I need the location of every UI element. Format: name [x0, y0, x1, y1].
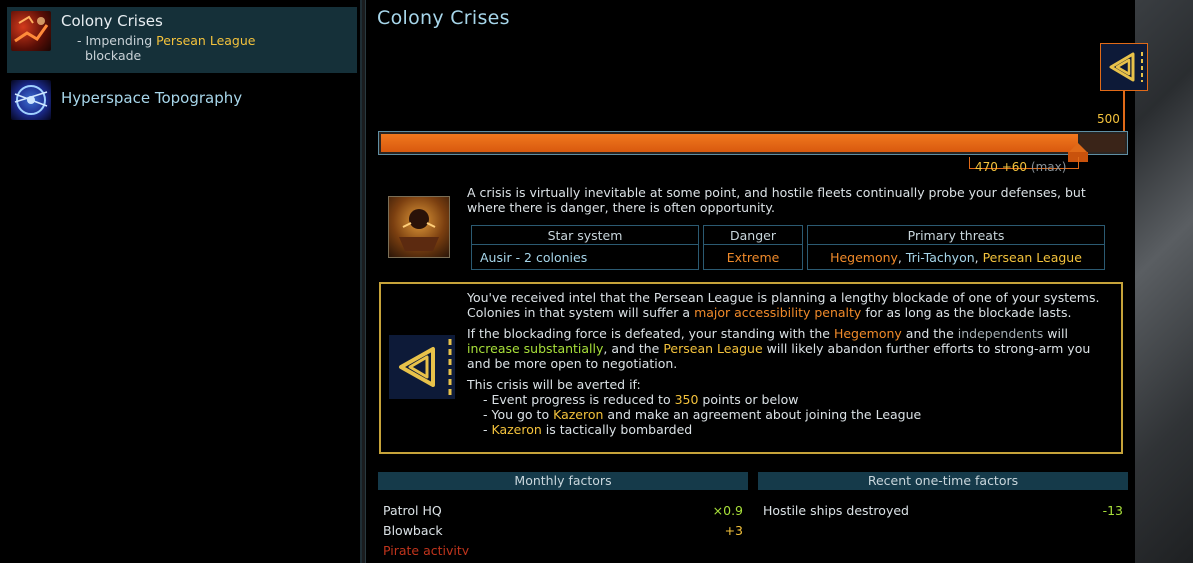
col-header-primary-threats: Primary threats — [807, 225, 1105, 245]
hyperspace-topography-icon — [11, 80, 51, 120]
sidebar-item-subtitle: - Impending Persean League blockade — [77, 33, 255, 63]
crisis-description: A crisis is virtually inevitable at some… — [467, 185, 1086, 215]
threshold-connector — [1123, 91, 1125, 131]
cell-primary-threats: Hegemony, Tri-Tachyon, Persean League — [807, 245, 1105, 270]
subtitle-faction: Persean League — [156, 33, 256, 48]
blockade-outcome-paragraph: If the blockading force is defeated, you… — [467, 326, 1091, 371]
factor-row: Pirate activity — [383, 543, 470, 555]
sidebar-item-title: Hyperspace Topography — [61, 89, 243, 107]
persean-league-icon — [389, 335, 455, 399]
crisis-detail-panel: Colony Crises 500 470 +60 (max) A crisis… — [365, 0, 1148, 563]
progress-value: 470 — [975, 160, 998, 174]
sidebar-item-title: Colony Crises — [61, 12, 163, 30]
onetime-factors-header: Recent one-time factors — [758, 472, 1128, 490]
colony-crises-icon — [11, 11, 51, 51]
factor-row: Patrol HQ ×0.9 — [383, 503, 743, 518]
blockade-intel-paragraph: You've received intel that the Persean L… — [467, 290, 1100, 320]
threat-tri-tachyon: Tri-Tachyon — [905, 249, 975, 265]
blockade-info-box: You've received intel that the Persean L… — [379, 282, 1123, 454]
progress-max-label: (max) — [1030, 160, 1067, 174]
factor-row: Hostile ships destroyed -13 — [763, 503, 1123, 518]
crisis-table: Star system Danger Primary threats Ausir… — [467, 225, 1109, 270]
progress-bonus: +60 — [1001, 160, 1028, 174]
sidebar-item-hyperspace-topography[interactable]: Hyperspace Topography — [7, 76, 357, 122]
condition-item: - You go to Kazeron and make an agreemen… — [483, 407, 922, 422]
accessibility-penalty: major accessibility penalty — [694, 305, 862, 320]
blockade-text: You've received intel that the Persean L… — [467, 290, 1117, 437]
intel-sidebar: Colony Crises - Impending Persean League… — [0, 0, 362, 563]
crisis-progress-bar — [378, 131, 1128, 155]
progress-readout: 470 +60 (max) — [975, 160, 1066, 174]
cell-star-system: Ausir - 2 colonies — [471, 245, 699, 270]
threshold-label: 500 — [1097, 112, 1120, 126]
threat-hegemony: Hegemony — [830, 249, 898, 265]
threat-persean-league: Persean League — [982, 249, 1082, 265]
table-row: Ausir - 2 colonies Extreme Hegemony, Tri… — [471, 245, 1105, 270]
crisis-illustration-icon — [388, 196, 450, 258]
subtitle-suffix: blockade — [85, 48, 142, 63]
averted-heading: This crisis will be averted if: — [467, 377, 641, 392]
monthly-factors-header: Monthly factors — [378, 472, 748, 490]
condition-item: - Event progress is reduced to 350 point… — [483, 392, 799, 407]
page-title: Colony Crises — [377, 7, 510, 29]
col-header-danger: Danger — [703, 225, 803, 245]
progress-fill — [381, 134, 1078, 152]
cell-danger: Extreme — [703, 245, 803, 270]
sidebar-item-colony-crises[interactable]: Colony Crises - Impending Persean League… — [7, 7, 357, 73]
subtitle-prefix: - Impending — [77, 33, 157, 48]
persean-league-icon[interactable] — [1100, 43, 1148, 91]
factor-row: Blowback +3 — [383, 523, 743, 538]
col-header-star-system: Star system — [471, 225, 699, 245]
condition-item: - Kazeron is tactically bombarded — [483, 422, 693, 437]
